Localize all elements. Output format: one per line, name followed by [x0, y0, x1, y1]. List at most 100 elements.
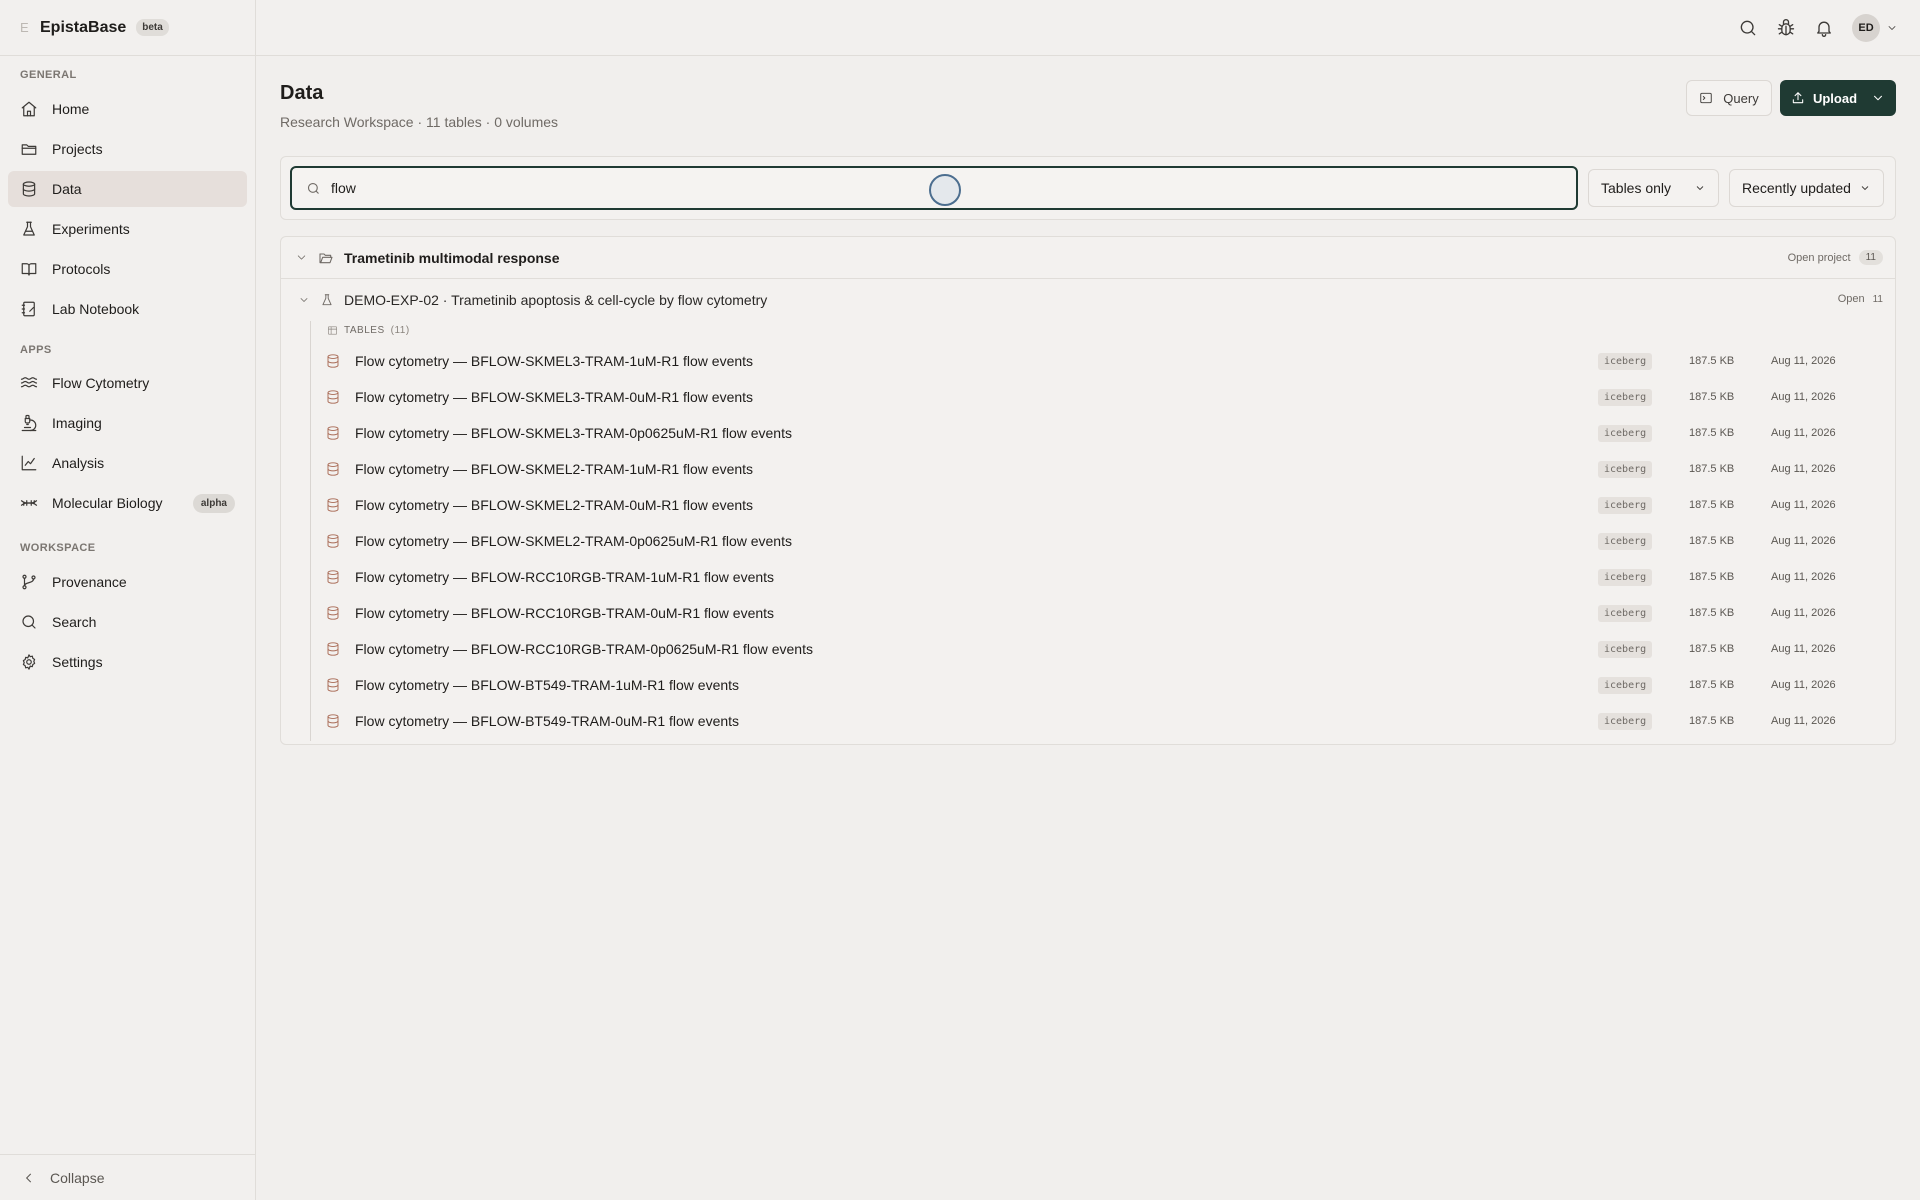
sidebar-item-experiments[interactable]: Experiments	[8, 211, 247, 247]
sidebar-item-projects[interactable]: Projects	[8, 131, 247, 167]
table-name[interactable]: Flow cytometry — BFLOW-SKMEL2-TRAM-1uM-R…	[355, 461, 753, 477]
chevron-down-icon	[1861, 186, 1869, 191]
section-label-workspace: WORKSPACE	[20, 542, 96, 554]
sidebar-item-label: Experiments	[52, 221, 130, 237]
sort-value: Recently updated	[1742, 180, 1851, 196]
waves-icon	[20, 377, 38, 388]
database-icon	[327, 354, 339, 368]
table-row[interactable]: Flow cytometry — BFLOW-RCC10RGB-TRAM-0uM…	[317, 595, 1877, 631]
upload-icon	[1792, 92, 1804, 104]
sidebar-item-label: Projects	[52, 141, 103, 157]
sidebar-item-data[interactable]: Data	[8, 171, 247, 207]
sidebar-item-flow-cytometry[interactable]: Flow Cytometry	[8, 365, 247, 401]
sidebar-item-label: Analysis	[52, 455, 105, 471]
home-icon	[21, 101, 37, 117]
table-name[interactable]: Flow cytometry — BFLOW-SKMEL3-TRAM-0p062…	[355, 425, 792, 441]
sidebar-item-search[interactable]: Search	[8, 604, 247, 640]
git-branch-icon	[22, 574, 36, 590]
table-date: Aug 11, 2026	[1771, 643, 1836, 655]
search-field[interactable]	[290, 166, 1578, 210]
database-icon	[327, 426, 339, 440]
table-size: 187.5 KB	[1689, 355, 1735, 367]
format-badge: iceberg	[1598, 532, 1653, 550]
format-badge: iceberg	[1598, 496, 1653, 514]
sidebar-item-home[interactable]: Home	[8, 91, 247, 127]
table-name[interactable]: Flow cytometry — BFLOW-RCC10RGB-TRAM-0uM…	[355, 605, 774, 621]
table-row[interactable]: Flow cytometry — BFLOW-RCC10RGB-TRAM-0p0…	[317, 631, 1877, 667]
open-project-link[interactable]: Open project	[1788, 252, 1851, 264]
database-icon	[327, 570, 339, 584]
table-name[interactable]: Flow cytometry — BFLOW-SKMEL2-TRAM-0p062…	[355, 533, 792, 549]
user-menu[interactable]: ED	[1852, 14, 1898, 42]
bell-icon[interactable]	[1814, 18, 1834, 38]
table-date: Aug 11, 2026	[1771, 535, 1836, 547]
table-row[interactable]: Flow cytometry — BFLOW-SKMEL2-TRAM-0uM-R…	[317, 487, 1877, 523]
sort-select[interactable]: Recently updated	[1729, 169, 1884, 207]
section-label-apps: APPS	[20, 344, 52, 356]
table-row[interactable]: Flow cytometry — BFLOW-SKMEL3-TRAM-0uM-R…	[317, 379, 1877, 415]
table-name[interactable]: Flow cytometry — BFLOW-RCC10RGB-TRAM-0p0…	[355, 641, 813, 657]
tree-guide	[310, 321, 311, 741]
database-icon	[327, 714, 339, 728]
folder-icon	[21, 144, 37, 155]
table-row[interactable]: Flow cytometry — BFLOW-RCC10RGB-TRAM-1uM…	[317, 559, 1877, 595]
sidebar-item-settings[interactable]: Settings	[8, 644, 247, 680]
database-icon	[327, 606, 339, 620]
filter-bar: Tables only Recently updated	[280, 156, 1896, 220]
type-filter-select[interactable]: Tables only	[1588, 169, 1719, 207]
experiment-row[interactable]: DEMO-EXP-02 · Trametinib apoptosis & cel…	[281, 279, 1895, 321]
table-size: 187.5 KB	[1689, 643, 1735, 655]
sidebar-item-label: Imaging	[52, 415, 102, 431]
table-size: 187.5 KB	[1689, 679, 1735, 691]
table-row[interactable]: Flow cytometry — BFLOW-SKMEL3-TRAM-1uM-R…	[317, 343, 1877, 379]
table-row[interactable]: Flow cytometry — BFLOW-BT549-TRAM-0uM-R1…	[317, 703, 1877, 739]
upload-label: Upload	[1812, 90, 1858, 106]
query-button[interactable]: Query	[1686, 80, 1772, 116]
bug-icon[interactable]	[1776, 18, 1796, 38]
sidebar-item-lab-notebook[interactable]: Lab Notebook	[8, 291, 247, 327]
sidebar-item-molecular-biology[interactable]: Molecular Biology alpha	[8, 485, 247, 521]
table-row[interactable]: Flow cytometry — BFLOW-SKMEL2-TRAM-1uM-R…	[317, 451, 1877, 487]
table-icon	[328, 326, 337, 335]
brand[interactable]: E EpistaBase beta	[0, 0, 255, 56]
table-row[interactable]: Flow cytometry — BFLOW-SKMEL2-TRAM-0p062…	[317, 523, 1877, 559]
gear-icon	[22, 654, 36, 670]
chevron-down-icon[interactable]	[295, 251, 308, 264]
format-badge: iceberg	[1598, 352, 1653, 370]
sidebar-item-label: Protocols	[52, 261, 111, 277]
upload-button[interactable]: Upload	[1780, 80, 1896, 116]
sidebar-item-protocols[interactable]: Protocols	[8, 251, 247, 287]
search-icon[interactable]	[1738, 18, 1758, 38]
table-name[interactable]: Flow cytometry — BFLOW-BT549-TRAM-0uM-R1…	[355, 713, 739, 729]
flask-icon	[322, 294, 332, 306]
table-name[interactable]: Flow cytometry — BFLOW-SKMEL3-TRAM-1uM-R…	[355, 353, 753, 369]
table-date: Aug 11, 2026	[1771, 715, 1836, 727]
book-icon	[21, 263, 37, 276]
table-name[interactable]: Flow cytometry — BFLOW-SKMEL3-TRAM-0uM-R…	[355, 389, 753, 405]
sidebar-item-label: Flow Cytometry	[52, 375, 150, 391]
top-bar: ED	[256, 0, 1920, 56]
table-row[interactable]: Flow cytometry — BFLOW-BT549-TRAM-1uM-R1…	[317, 667, 1877, 703]
sidebar-item-provenance[interactable]: Provenance	[8, 564, 247, 600]
tables-heading-count: (11)	[390, 325, 410, 336]
table-name[interactable]: Flow cytometry — BFLOW-SKMEL2-TRAM-0uM-R…	[355, 497, 753, 513]
sidebar-item-analysis[interactable]: Analysis	[8, 445, 247, 481]
chevron-down-icon	[1874, 95, 1883, 101]
table-row[interactable]: Flow cytometry — BFLOW-SKMEL3-TRAM-0p062…	[317, 415, 1877, 451]
project-meta: Open project 11	[1788, 250, 1883, 265]
sidebar-item-label: Settings	[52, 654, 103, 670]
table-date: Aug 11, 2026	[1771, 427, 1836, 439]
chevron-left-icon	[25, 1173, 32, 1182]
format-badge: iceberg	[1598, 568, 1653, 586]
chevron-down-icon[interactable]	[298, 294, 310, 306]
sidebar-item-imaging[interactable]: Imaging	[8, 405, 247, 441]
table-date: Aug 11, 2026	[1771, 571, 1836, 583]
table-name[interactable]: Flow cytometry — BFLOW-RCC10RGB-TRAM-1uM…	[355, 569, 774, 585]
table-name[interactable]: Flow cytometry — BFLOW-BT549-TRAM-1uM-R1…	[355, 677, 739, 693]
project-row[interactable]: Trametinib multimodal response Open proj…	[281, 237, 1895, 279]
collapse-button[interactable]: Collapse	[0, 1154, 255, 1200]
sidebar-item-label: Lab Notebook	[52, 301, 140, 317]
open-experiment-link[interactable]: Open	[1838, 293, 1865, 305]
alpha-badge: alpha	[192, 493, 235, 513]
table-date: Aug 11, 2026	[1771, 355, 1836, 367]
